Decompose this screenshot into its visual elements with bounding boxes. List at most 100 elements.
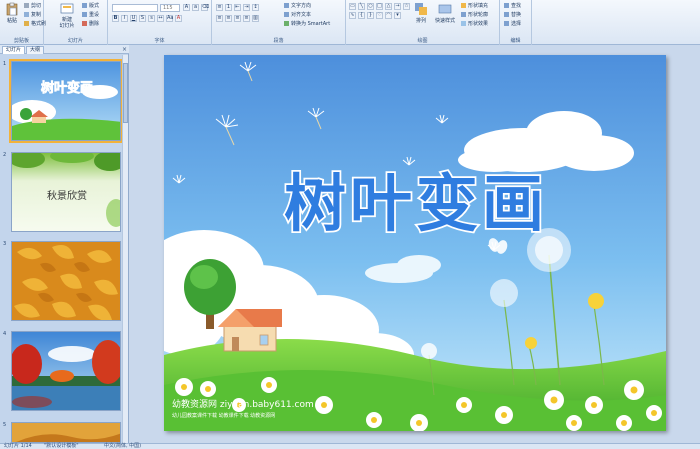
shape-triangle-icon[interactable]: △ — [385, 3, 392, 10]
shape-rectangle-icon[interactable]: ▭ — [349, 3, 356, 10]
copy-button[interactable]: 复制 — [24, 11, 41, 18]
shape-effects-label: 形状效果 — [468, 21, 489, 27]
shape-effects-button[interactable]: 形状效果 — [461, 20, 488, 27]
format-painter-button[interactable]: 格式刷 — [24, 20, 46, 27]
text-direction-icon — [284, 3, 289, 8]
slide-thumbnail-2[interactable]: 秋景欣赏 — [11, 152, 121, 232]
slide-thumbnail-1[interactable]: 树叶变画 — [9, 59, 123, 143]
italic-button[interactable]: I — [121, 15, 128, 22]
clear-format-button[interactable]: ⌫ — [201, 4, 209, 11]
paste-label: 粘贴 — [6, 18, 17, 24]
select-label: 选择 — [511, 21, 522, 27]
slide-number-1: 1 — [3, 61, 7, 67]
shape-brace-icon[interactable]: { — [358, 12, 365, 19]
replace-label: 替换 — [511, 12, 522, 18]
char-spacing-button[interactable]: ↔ — [157, 15, 164, 22]
change-case-button[interactable]: Aa — [166, 15, 173, 22]
font-color-button[interactable]: A — [175, 15, 182, 22]
columns-button[interactable]: ▥ — [252, 15, 259, 22]
smartart-button[interactable]: 转换为 SmartArt — [284, 20, 330, 27]
status-bar: 幻灯片 1/14 "默认设计模板" 中文(简体, 中国) — [0, 443, 700, 449]
current-slide[interactable]: 树叶变画 幼教资源网 ziyuan.baby611.com 幼儿园教案课件下载 … — [164, 55, 666, 431]
delete-icon — [82, 21, 87, 26]
shrink-font-button[interactable]: a — [192, 4, 199, 11]
ribbon: 粘贴 剪切 复制 格式刷 剪贴板 新建 幻灯片 版式 重设 删除 幻灯片 115… — [0, 0, 700, 45]
slide-thumbnail-5[interactable] — [11, 422, 121, 443]
reset-button[interactable]: 重设 — [82, 11, 99, 18]
line-spacing-button[interactable]: ↕ — [252, 4, 259, 11]
paragraph-group-label: 段落 — [273, 38, 284, 44]
close-pane-icon[interactable]: × — [122, 46, 127, 53]
replace-button[interactable]: 替换 — [504, 11, 521, 18]
tab-outline[interactable]: 大纲 — [26, 46, 45, 54]
align-center-button[interactable]: ≡ — [225, 15, 232, 22]
shape-arc-icon[interactable]: ◠ — [385, 12, 392, 19]
slide-number-3: 3 — [3, 241, 7, 247]
reset-icon — [82, 12, 87, 17]
slide-thumbnail-4[interactable] — [11, 331, 121, 411]
slide-number-2: 2 — [3, 152, 7, 158]
shape-star-icon[interactable]: ☆ — [403, 3, 410, 10]
numbering-button[interactable]: 1 — [225, 4, 232, 11]
font-name-combo[interactable] — [112, 4, 158, 12]
smartart-icon — [284, 21, 289, 26]
cut-button[interactable]: 剪切 — [24, 2, 41, 9]
delete-button[interactable]: 删除 — [82, 20, 99, 27]
layout-button[interactable]: 版式 — [82, 2, 99, 9]
theme-name: "默认设计模板" — [44, 443, 79, 449]
shape-oval-icon[interactable]: ○ — [367, 3, 374, 10]
align-text-icon — [284, 12, 289, 17]
watermark-subtext: 幼儿园教案课件下载 幼教课件下载 幼教资源网 — [172, 412, 275, 419]
shape-bracket-icon[interactable]: } — [367, 12, 374, 19]
shape-arrow-icon[interactable]: → — [394, 3, 401, 10]
align-text-button[interactable]: 对齐文本 — [284, 11, 311, 18]
paste-button[interactable]: 粘贴 — [3, 2, 21, 32]
increase-indent-button[interactable]: ⇥ — [243, 4, 250, 11]
bullets-button[interactable]: ≡ — [216, 4, 223, 11]
new-slide-icon — [60, 3, 74, 14]
shape-fill-button[interactable]: 形状填充 — [461, 2, 488, 9]
pane-tabs: 幻灯片 大纲 × — [0, 45, 129, 54]
slide-2-preview: 秋景欣赏 — [12, 153, 120, 231]
slides-group: 新建 幻灯片 版式 重设 删除 幻灯片 — [44, 0, 108, 45]
quick-styles-icon — [438, 4, 452, 14]
shape-outline-button[interactable]: 形状轮廓 — [461, 11, 488, 18]
cut-label: 剪切 — [31, 3, 42, 9]
shadow-button[interactable]: s — [148, 15, 155, 22]
decrease-indent-button[interactable]: ⇤ — [234, 4, 241, 11]
text-direction-label: 文字方向 — [291, 3, 312, 9]
slide-thumbnail-3[interactable] — [11, 241, 121, 321]
find-button[interactable]: 查找 — [504, 2, 521, 9]
bold-button[interactable]: B — [112, 15, 119, 22]
grow-font-button[interactable]: A — [183, 4, 190, 11]
slides-group-label: 幻灯片 — [67, 38, 83, 44]
font-size-combo[interactable]: 115 — [160, 4, 180, 12]
new-slide-button[interactable]: 新建 幻灯片 — [56, 2, 78, 32]
shape-line-icon[interactable]: ╲ — [358, 3, 365, 10]
fill-bucket-icon — [461, 3, 466, 8]
tab-slides[interactable]: 幻灯片 — [2, 46, 26, 54]
align-right-button[interactable]: ≡ — [234, 15, 241, 22]
effects-icon — [461, 21, 466, 26]
shape-heart-icon[interactable]: ♡ — [376, 12, 383, 19]
align-left-button[interactable]: ≡ — [216, 15, 223, 22]
find-label: 查找 — [511, 3, 522, 9]
pane-scrollbar[interactable] — [122, 55, 128, 443]
outline-pen-icon — [461, 12, 466, 17]
shape-more-icon[interactable]: ▾ — [394, 12, 401, 19]
clipboard-group: 粘贴 剪切 复制 格式刷 剪贴板 — [0, 0, 46, 45]
shape-curve-icon[interactable]: ∿ — [349, 12, 356, 19]
select-button[interactable]: 选择 — [504, 20, 521, 27]
strikethrough-button[interactable]: S — [139, 15, 146, 22]
shape-square-icon[interactable]: □ — [376, 3, 383, 10]
slide-1-preview: 树叶变画 — [12, 62, 120, 140]
text-direction-button[interactable]: 文字方向 — [284, 2, 311, 9]
underline-button[interactable]: U — [130, 15, 137, 22]
justify-button[interactable]: ≡ — [243, 15, 250, 22]
arrange-button[interactable]: 排列 — [412, 2, 430, 32]
language-indicator[interactable]: 中文(简体, 中国) — [104, 444, 141, 449]
reset-label: 重设 — [89, 12, 100, 18]
quick-styles-button[interactable]: 快速样式 — [432, 2, 458, 32]
slide-title[interactable]: 树叶变画 — [282, 165, 548, 242]
pane-scroll-thumb[interactable] — [123, 63, 128, 123]
